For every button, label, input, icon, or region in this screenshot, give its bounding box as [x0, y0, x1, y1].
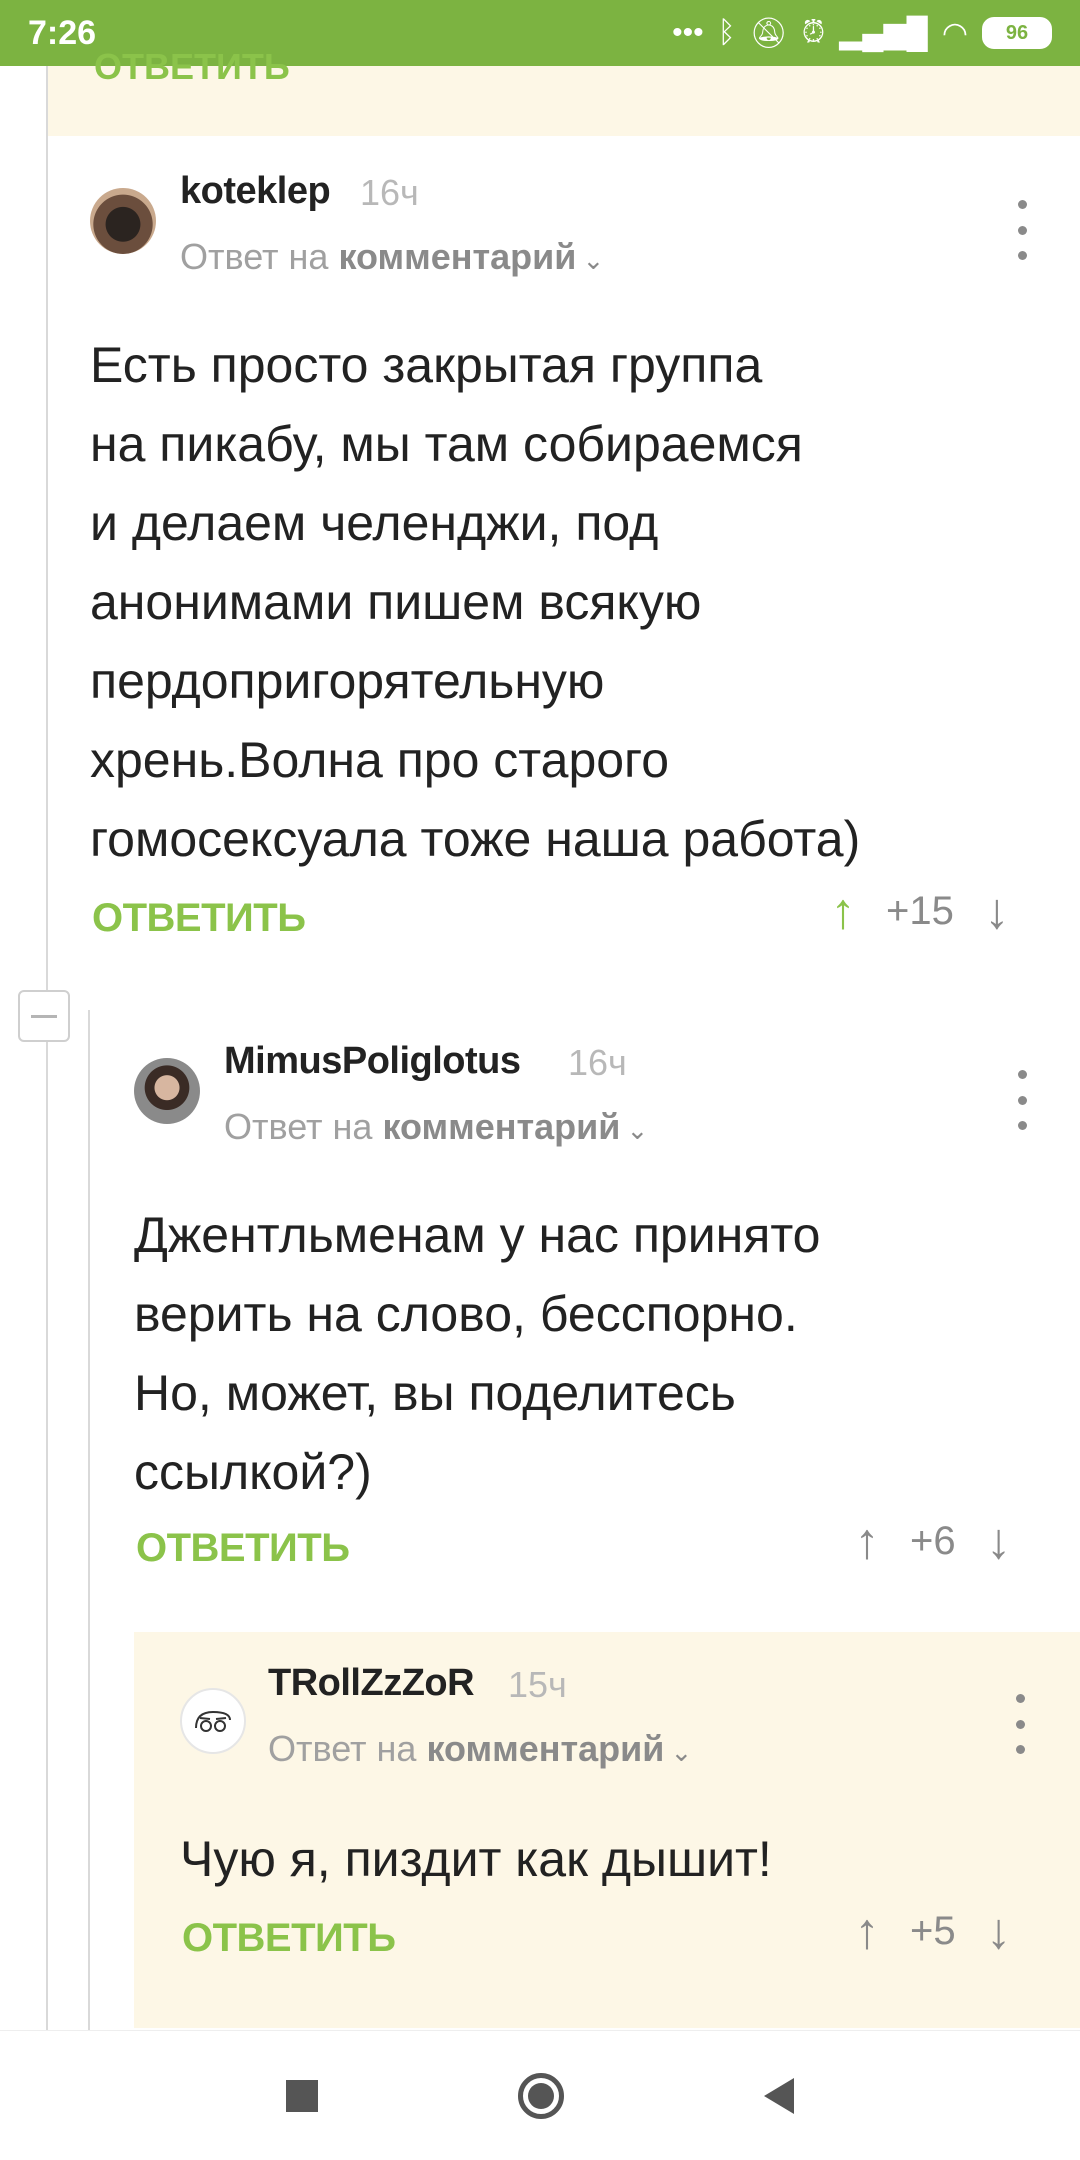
- signal-icon: ▂▄▆█: [839, 16, 928, 50]
- wifi-icon: ◠: [941, 16, 968, 50]
- downvote-icon[interactable]: ↓: [974, 1906, 1024, 1956]
- previous-comment-tail: ОТВЕТИТЬ: [46, 46, 1080, 136]
- more-options-icon[interactable]: [1012, 200, 1032, 260]
- reply-button[interactable]: ОТВЕТИТЬ: [182, 1916, 396, 1961]
- comment-koteklep: koteklep 16ч Ответ на комментарий ⌄ Есть …: [48, 140, 1080, 950]
- comment-username[interactable]: koteklep: [180, 170, 331, 213]
- chevron-down-icon: ⌄: [626, 1115, 649, 1145]
- previous-reply-button[interactable]: ОТВЕТИТЬ: [94, 46, 290, 88]
- comment-trollzzzor: TRollZzZoR 15ч Ответ на комментарий ⌄ Чую…: [134, 1632, 1080, 2028]
- comment-text: Чую я, пиздит как дышит!: [180, 1831, 772, 1887]
- comment-text: Джентльменам у нас принято верить на сло…: [134, 1207, 821, 1500]
- comment-score: +6: [910, 1518, 956, 1563]
- reply-to-line[interactable]: Ответ на комментарий ⌄: [180, 236, 604, 278]
- reply-button[interactable]: ОТВЕТИТЬ: [136, 1526, 350, 1571]
- home-icon[interactable]: [518, 2072, 564, 2119]
- vote-controls: ↑ +5 ↓: [842, 1906, 1024, 1956]
- comment-mimuspoliglotus: MimusPoliglotus 16ч Ответ на комментарий…: [92, 1010, 1080, 1610]
- avatar[interactable]: [134, 1058, 200, 1124]
- battery-icon: 96: [982, 17, 1052, 49]
- more-options-icon[interactable]: [1010, 1694, 1030, 1754]
- bluetooth-icon: ᛒ: [717, 16, 736, 49]
- vote-controls: ↑ +6 ↓: [842, 1516, 1024, 1566]
- comment-username[interactable]: MimusPoliglotus: [224, 1040, 521, 1083]
- chevron-down-icon: ⌄: [670, 1737, 693, 1767]
- comment-time: 16ч: [360, 172, 419, 213]
- avatar[interactable]: [180, 1688, 246, 1754]
- thread-line-nested: [88, 1010, 90, 2030]
- comment-text: Есть просто закрытая группа на пикабу, м…: [90, 337, 861, 867]
- upvote-icon[interactable]: ↑: [842, 1516, 892, 1566]
- upvote-icon[interactable]: ↑: [842, 1906, 892, 1956]
- back-icon[interactable]: [764, 2077, 794, 2114]
- comment-score: +5: [910, 1908, 956, 1953]
- comment-username[interactable]: TRollZzZoR: [268, 1662, 475, 1705]
- status-time: 7:26: [28, 13, 97, 52]
- reply-button[interactable]: ОТВЕТИТЬ: [92, 896, 306, 941]
- status-icons: ••• ᛒ 🔕︎ ⏰︎ ▂▄▆█ ◠ 96: [672, 16, 1052, 51]
- collapse-thread-button[interactable]: [18, 990, 70, 1042]
- navigation-bar: [0, 2030, 1080, 2160]
- comment-time: 16ч: [568, 1042, 627, 1083]
- comment-time: 15ч: [508, 1664, 567, 1705]
- alarm-icon: ⏰︎: [801, 16, 826, 49]
- chevron-down-icon: ⌄: [582, 245, 605, 275]
- mute-icon: 🔕︎: [749, 16, 788, 50]
- reply-to-line[interactable]: Ответ на комментарий ⌄: [268, 1728, 692, 1770]
- dots-icon: •••: [672, 16, 704, 49]
- downvote-icon[interactable]: ↓: [974, 1516, 1024, 1566]
- upvote-icon[interactable]: ↑: [818, 886, 868, 936]
- avatar[interactable]: [90, 188, 156, 254]
- vote-controls: ↑ +15 ↓: [818, 886, 1022, 936]
- comment-score: +15: [886, 888, 954, 933]
- downvote-icon[interactable]: ↓: [972, 886, 1022, 936]
- recents-icon[interactable]: [286, 2079, 318, 2112]
- more-options-icon[interactable]: [1012, 1070, 1032, 1130]
- reply-to-line[interactable]: Ответ на комментарий ⌄: [224, 1106, 648, 1148]
